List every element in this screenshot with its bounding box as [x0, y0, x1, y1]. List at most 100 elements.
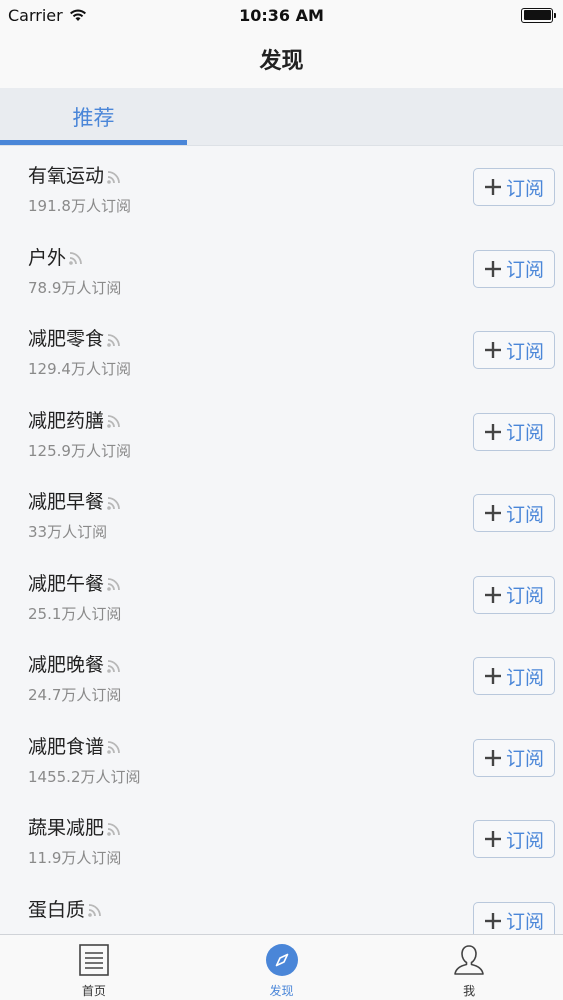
item-title: 蔬果减肥	[28, 817, 105, 839]
status-left: Carrier	[8, 6, 87, 25]
item-subscriber-count: 33万人订阅	[28, 523, 108, 541]
item-title: 减肥晚餐	[28, 654, 105, 676]
subscribe-button-label: 订阅	[505, 585, 544, 607]
plus-icon	[484, 912, 502, 930]
bottom-tab-bar: 首页 发现 我	[0, 934, 563, 1000]
status-bar: Carrier 10:36 AM	[0, 0, 563, 30]
item-subscriber-count: 25.1万人订阅	[28, 604, 122, 623]
list-item[interactable]: 户外 78.9万人订阅 订阅	[0, 228, 563, 310]
subscribe-button[interactable]: 订阅	[473, 575, 555, 614]
item-title: 减肥零食	[28, 328, 105, 350]
subscribe-button[interactable]: 订阅	[473, 657, 555, 695]
item-subscriber-count: 11.9万人订阅	[28, 849, 122, 867]
item-title: 减肥早餐	[28, 491, 105, 513]
item-title-row: 户外	[28, 243, 84, 270]
list-item[interactable]: 减肥食谱 1455.2万人订阅 订阅	[0, 717, 563, 799]
list-item[interactable]: 减肥零食 129.4万人订阅 订阅	[0, 309, 563, 391]
rss-icon	[68, 250, 84, 266]
item-subscriber-count: 1455.2万人订阅	[28, 767, 141, 786]
subscribe-button-label: 订阅	[505, 748, 544, 770]
item-subscriber-count: 125.9万人订阅	[28, 441, 131, 460]
rss-icon	[106, 821, 122, 837]
plus-icon	[484, 260, 502, 278]
bottom-tab-discover[interactable]: 发现	[188, 935, 376, 1000]
rss-icon	[87, 902, 103, 918]
list-item[interactable]: 有氧运动 191.8万人订阅 订阅	[0, 146, 563, 228]
subscribe-button[interactable]: 订阅	[473, 738, 555, 777]
subscribe-button[interactable]: 订阅	[473, 820, 555, 858]
item-title-row: 减肥早餐	[28, 487, 122, 514]
subscribe-button[interactable]: 订阅	[473, 901, 555, 934]
subscribe-button-label: 订阅	[505, 503, 544, 526]
category-tab-bar: 推荐	[0, 88, 563, 146]
nav-bar: 发现	[0, 30, 563, 88]
item-subscriber-count: 191.8万人订阅	[28, 197, 131, 215]
item-title: 减肥药膳	[28, 409, 105, 432]
subscribe-button-label: 订阅	[505, 829, 544, 852]
item-title-row: 蔬果减肥	[28, 813, 122, 840]
wifi-icon	[69, 9, 86, 21]
rss-icon	[106, 413, 122, 429]
item-title-row: 蛋白质	[28, 895, 103, 922]
item-subscriber-count: 78.9万人订阅	[28, 278, 122, 297]
bottom-tab-home[interactable]: 首页	[0, 935, 188, 1000]
battery-icon	[521, 7, 556, 23]
tab-recommended[interactable]: 推荐	[0, 88, 187, 146]
subscribe-button-label: 订阅	[505, 340, 544, 363]
plus-icon	[484, 667, 502, 685]
document-icon	[79, 944, 109, 976]
subscribe-button-label: 订阅	[505, 911, 544, 933]
list-item[interactable]: 减肥药膳 125.9万人订阅 订阅	[0, 391, 563, 473]
user-icon	[454, 945, 484, 975]
compass-icon	[265, 944, 298, 976]
subscribe-button[interactable]: 订阅	[473, 168, 555, 206]
rss-icon	[106, 495, 122, 511]
list-item[interactable]: 蔬果减肥 11.9万人订阅 订阅	[0, 798, 563, 880]
item-title: 户外	[28, 246, 67, 269]
subscribe-button[interactable]: 订阅	[473, 249, 555, 288]
subscribe-button[interactable]: 订阅	[473, 331, 555, 369]
rss-icon	[106, 169, 122, 185]
item-title-row: 有氧运动	[28, 161, 122, 188]
rss-icon	[106, 332, 122, 348]
plus-icon	[484, 586, 502, 604]
subscribe-button[interactable]: 订阅	[473, 494, 555, 532]
item-title-row: 减肥药膳	[28, 406, 122, 433]
item-title: 减肥食谱	[28, 735, 105, 758]
rss-icon	[106, 576, 122, 592]
list-item[interactable]: 减肥晚餐 24.7万人订阅 订阅	[0, 635, 563, 717]
item-title-row: 减肥晚餐	[28, 650, 122, 677]
tab-recommended-label: 推荐	[72, 106, 115, 130]
subscribe-button-label: 订阅	[505, 666, 544, 689]
item-title-row: 减肥午餐	[28, 569, 122, 596]
item-title: 有氧运动	[28, 165, 105, 187]
page-title: 发现	[259, 49, 304, 74]
plus-icon	[484, 504, 502, 522]
item-subscriber-count: 129.4万人订阅	[28, 360, 131, 378]
item-title: 减肥午餐	[28, 572, 105, 595]
bottom-tab-me-label: 我	[463, 984, 476, 998]
bottom-tab-discover-label: 发现	[269, 984, 294, 998]
list-item[interactable]: 减肥早餐 33万人订阅 订阅	[0, 472, 563, 554]
subscribe-button-label: 订阅	[505, 259, 544, 281]
list-item[interactable]: 蛋白质订阅	[0, 880, 563, 934]
rss-icon	[106, 739, 122, 755]
item-title-row: 减肥食谱	[28, 732, 122, 759]
plus-icon	[484, 830, 502, 848]
subscribe-button[interactable]: 订阅	[473, 412, 555, 451]
list-item[interactable]: 减肥午餐 25.1万人订阅 订阅	[0, 554, 563, 636]
item-subscriber-count: 24.7万人订阅	[28, 686, 122, 704]
carrier-label: Carrier	[8, 5, 63, 25]
item-title-row: 减肥零食	[28, 324, 122, 351]
subscribe-button-label: 订阅	[505, 422, 544, 444]
plus-icon	[484, 423, 502, 441]
plus-icon	[484, 178, 502, 196]
tab-active-indicator	[0, 140, 187, 145]
bottom-tab-me[interactable]: 我	[375, 935, 563, 1000]
rss-icon	[106, 658, 122, 674]
item-title: 蛋白质	[28, 898, 86, 921]
bottom-tab-home-label: 首页	[81, 984, 106, 998]
subscribe-button-label: 订阅	[505, 177, 544, 200]
topic-list[interactable]: 有氧运动 191.8万人订阅 订阅 户外 78.9万人订阅 订阅 减肥零食 129.4万人订阅…	[0, 146, 563, 934]
plus-icon	[484, 749, 502, 767]
